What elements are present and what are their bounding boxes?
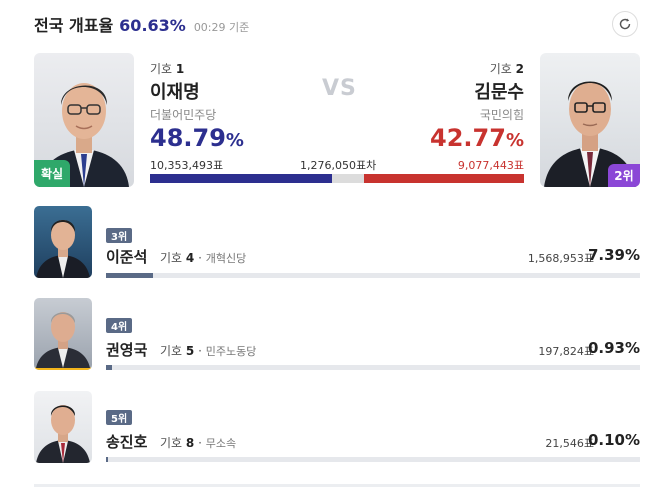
rank-badge-3: 3위	[106, 228, 133, 243]
candidate3-share-fill	[106, 273, 154, 278]
rank-badge-2: 2위	[608, 164, 640, 187]
count-time: 00:29 기준	[193, 21, 250, 34]
candidate4-photo	[34, 298, 92, 370]
candidate4-share-bar	[106, 365, 640, 370]
candidate5-share-bar	[106, 457, 640, 462]
divider	[34, 484, 640, 487]
candidate2-percent: 42.77%	[430, 124, 524, 152]
candidate1-name[interactable]: 이재명	[150, 78, 216, 104]
count-rate-title: 전국 개표율	[34, 16, 114, 35]
candidate5-name[interactable]: 송진호	[106, 431, 147, 452]
rank-badge-4: 4위	[106, 318, 133, 333]
candidate2-info: 기호 2 김문수 국민의힘	[474, 60, 524, 123]
count-rate-value: 60.63%	[119, 16, 186, 35]
candidate2-symbol: 기호 2	[489, 62, 524, 76]
header: 전국 개표율 60.63% 00:29 기준	[34, 12, 249, 36]
candidate3-symbol: 기호 4 · 개혁신당	[160, 251, 247, 265]
candidate2-share-fill	[364, 174, 524, 183]
candidate4-symbol: 기호 5 · 민주노동당	[160, 344, 257, 358]
candidate4-name[interactable]: 권영국	[106, 339, 147, 360]
status-badge-confirmed: 확실	[34, 160, 70, 187]
candidate1-party: 더불어민주당	[150, 108, 217, 122]
candidate5-share-fill	[106, 457, 109, 462]
candidate5-percent: 0.10%	[587, 431, 640, 449]
candidate5-photo	[34, 391, 92, 463]
candidate2-party: 국민의힘	[479, 108, 524, 122]
rank-badge-5: 5위	[106, 410, 133, 425]
candidate2-name[interactable]: 김문수	[474, 78, 524, 104]
refresh-icon	[619, 18, 631, 30]
candidate2-votes: 9,077,443표	[457, 159, 524, 172]
candidate3-share-bar	[106, 273, 640, 278]
vote-share-bar	[150, 174, 524, 183]
candidate3-percent: 7.39%	[587, 246, 640, 264]
vs-label: VS	[322, 76, 357, 101]
candidate1-symbol: 기호 1	[150, 62, 185, 76]
candidate3-name[interactable]: 이준석	[106, 246, 147, 267]
candidate3-photo	[34, 206, 92, 278]
candidate4-percent: 0.93%	[587, 339, 640, 357]
candidate4-share-fill	[106, 365, 112, 370]
candidate3-votes: 1,568,953표	[527, 252, 594, 265]
candidate1-info: 기호 1 이재명 더불어민주당	[150, 60, 216, 123]
candidate5-symbol: 기호 8 · 무소속	[160, 436, 237, 450]
refresh-button[interactable]	[612, 11, 638, 37]
candidate1-share-fill	[150, 174, 333, 183]
candidate5-votes: 21,546표	[545, 437, 594, 450]
candidate4-votes: 197,824표	[538, 345, 594, 358]
candidate1-percent: 48.79%	[150, 124, 244, 152]
vote-difference: 1,276,050표차	[300, 159, 377, 172]
candidate1-votes: 10,353,493표	[150, 159, 224, 172]
